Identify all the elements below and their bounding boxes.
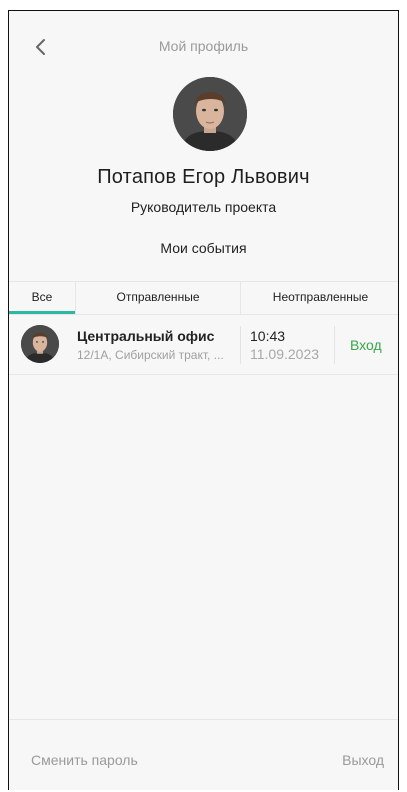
event-status: Вход [350,337,382,353]
logout-button[interactable]: Выход [342,752,384,768]
event-place: Центральный офис [77,328,215,344]
profile-screen: Мой профиль Потапов Егор Львович Руковод… [8,10,399,790]
tab-all[interactable]: Все [9,282,75,314]
portrait-avatar-image [21,325,59,363]
events-tabs: Все Отправленные Неотправленные [9,281,398,315]
page-title: Мой профиль [158,38,249,54]
profile-role: Руководитель проекта [130,199,277,215]
event-date: 11.09.2023 [250,346,320,362]
event-time: 10:43 [250,328,286,344]
row-divider [240,326,241,364]
profile-avatar [173,77,247,151]
event-avatar [21,325,59,363]
change-password-button[interactable]: Сменить пароль [31,752,138,768]
event-address: 12/1А, Сибирский тракт, ... [77,348,224,362]
event-row[interactable]: Центральный офис 12/1А, Сибирский тракт,… [9,314,398,375]
row-divider [334,326,335,364]
footer-bar: Сменить пароль Выход [9,719,398,792]
profile-name: Потапов Егор Львович [97,166,310,188]
tab-unsent[interactable]: Неотправленные [241,282,400,314]
tab-sent[interactable]: Отправленные [75,282,241,314]
events-section-title: Мои события [160,240,247,256]
portrait-avatar-image [173,77,247,151]
